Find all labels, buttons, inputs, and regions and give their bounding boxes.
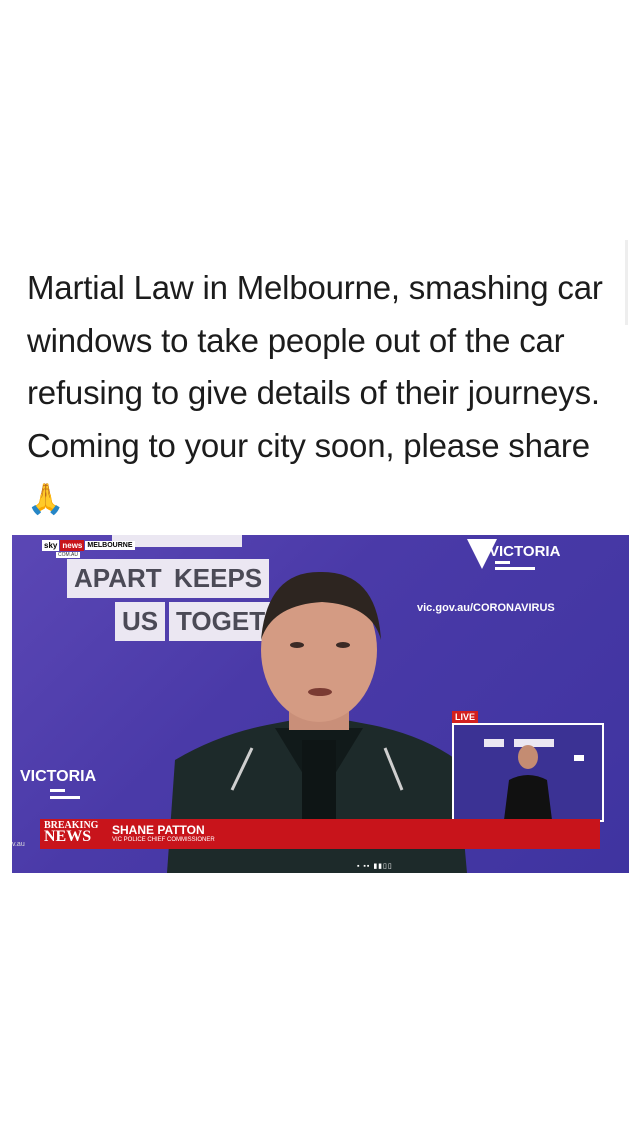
sky-sub-label: COM.AU bbox=[56, 552, 80, 558]
victoria-logo-left: VICTORIA bbox=[20, 768, 96, 806]
praying-hands-icon: 🙏 bbox=[27, 483, 65, 516]
sign-language-inset bbox=[452, 723, 604, 822]
scroll-indicator bbox=[625, 240, 628, 325]
post-caption: Martial Law in Melbourne, smashing car w… bbox=[27, 262, 617, 527]
live-badge: LIVE bbox=[452, 711, 479, 723]
victoria-mark-icon bbox=[50, 789, 80, 799]
speaker-role: VIC POLICE CHIEF COMMISSIONER bbox=[112, 837, 215, 843]
video-progress-dots: ▪ ▪▪ ▮▮▯▯ bbox=[357, 863, 393, 870]
left-edge-text: v.au bbox=[12, 841, 25, 848]
sign-apart: APART bbox=[67, 559, 169, 598]
interpreter-figure bbox=[484, 739, 584, 820]
caption-text: Martial Law in Melbourne, smashing car w… bbox=[27, 269, 603, 464]
breaking-news-label: BREAKING NEWS bbox=[44, 820, 99, 845]
speaker-name: SHANE PATTON bbox=[112, 823, 205, 837]
sky-news-logo: sky news MELBOURNE bbox=[42, 540, 135, 551]
video-frame[interactable]: APART KEEPS US TOGET VICTORIA vic.gov.au… bbox=[12, 535, 629, 873]
